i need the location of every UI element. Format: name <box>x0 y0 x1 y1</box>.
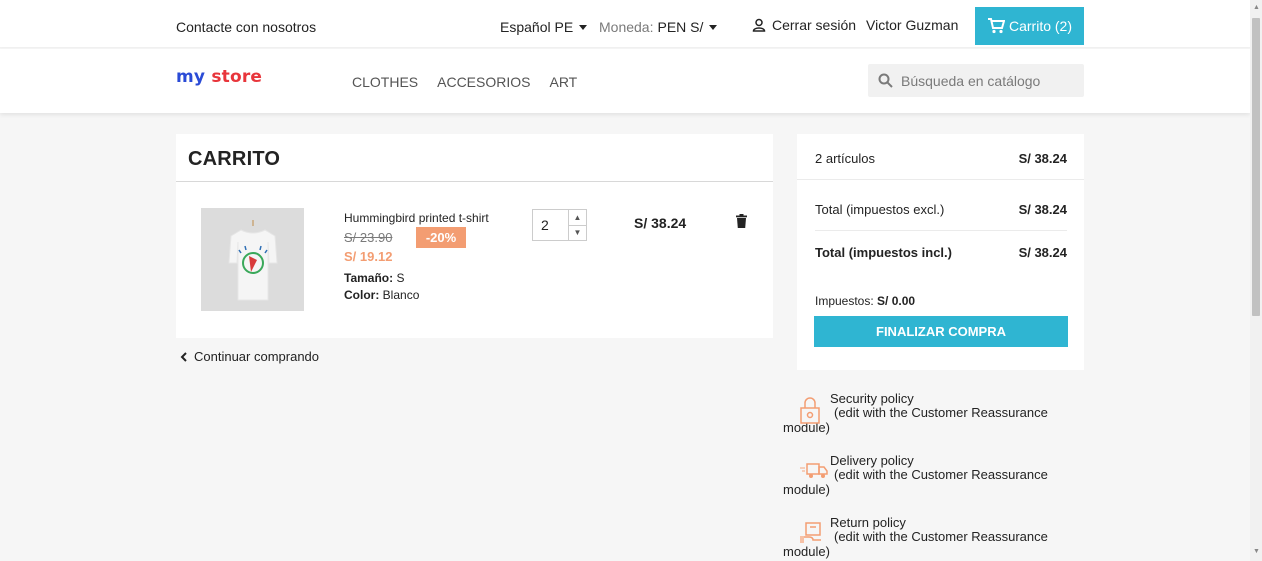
account-link[interactable]: Victor Guzman <box>866 17 958 33</box>
chevron-up-icon[interactable]: ▲ <box>569 210 586 225</box>
summary-total-excl-row: Total (impuestos excl.) S/ 38.24 <box>815 202 1067 217</box>
search-input[interactable]: Búsqueda en catálogo <box>868 64 1084 97</box>
cart-panel: CARRITO Hummingbird printed t-shirt S/ 2… <box>176 134 773 338</box>
continue-shopping-label: Continuar comprando <box>194 349 320 364</box>
scroll-up-icon[interactable]: ▲ <box>1253 4 1260 11</box>
caret-down-icon <box>579 24 588 30</box>
reassurance-text: module) <box>783 544 830 559</box>
trash-icon[interactable] <box>736 214 747 228</box>
logo-my: my <box>176 67 206 87</box>
checkout-button[interactable]: FINALIZAR COMPRA <box>814 316 1068 347</box>
attr-label: Tamaño: <box>344 271 394 285</box>
logout-link[interactable]: Cerrar sesión <box>772 17 856 33</box>
page-scrollbar[interactable]: ▲ ▼ <box>1250 0 1262 561</box>
search-icon <box>878 73 893 88</box>
contact-link[interactable]: Contacte con nosotros <box>176 19 316 35</box>
menu-item-clothes[interactable]: CLOTHES <box>352 74 418 90</box>
reassurance-text: (edit with the Customer Reassurance <box>834 405 1048 420</box>
caret-down-icon <box>709 24 718 30</box>
product-image[interactable] <box>201 208 304 311</box>
chevron-left-icon <box>180 351 187 362</box>
cart-summary: 2 artículos S/ 38.24 Total (impuestos ex… <box>797 134 1084 370</box>
scrollbar-thumb[interactable] <box>1252 18 1260 316</box>
user-info: Cerrar sesión Victor Guzman <box>752 17 958 33</box>
tax-label: Impuestos: <box>815 294 874 308</box>
divider <box>815 230 1067 231</box>
scroll-down-icon[interactable]: ▼ <box>1253 548 1260 555</box>
menu-item-art[interactable]: ART <box>549 74 577 90</box>
product-price: S/ 19.12 <box>344 249 393 264</box>
product-attr-color: Color: Blanco <box>344 288 419 302</box>
divider <box>176 181 773 182</box>
attr-value: S <box>396 271 405 285</box>
language-value: Español PE <box>500 19 574 35</box>
total-incl-label: Total (impuestos incl.) <box>815 245 952 260</box>
currency-label: Moneda: <box>599 19 654 35</box>
reassurance-text: module) <box>783 482 830 497</box>
truck-icon <box>800 463 828 478</box>
line-total: S/ 38.24 <box>634 215 687 231</box>
search-placeholder: Búsqueda en catálogo <box>901 72 1041 89</box>
language-selector[interactable]: Español PE <box>500 19 588 35</box>
summary-items-value: S/ 38.24 <box>1018 151 1067 166</box>
currency-selector[interactable]: Moneda: PEN S/ <box>599 19 718 35</box>
reassurance-text: (edit with the Customer Reassurance <box>834 529 1048 544</box>
summary-total-incl-row: Total (impuestos incl.) S/ 38.24 <box>815 245 1067 260</box>
chevron-down-icon[interactable]: ▼ <box>569 224 586 241</box>
quantity-stepper: 2 ▲ ▼ <box>532 209 587 241</box>
logo-store: store <box>211 67 263 87</box>
cart-icon <box>987 18 1005 34</box>
page-title: CARRITO <box>188 148 281 170</box>
reassurance-return: Return policy (edit with the Customer Re… <box>783 515 1083 560</box>
total-excl-value: S/ 38.24 <box>1018 202 1067 217</box>
quantity-input[interactable]: 2 <box>533 210 568 240</box>
main-menu: CLOTHES ACCESORIOS ART <box>352 74 577 90</box>
product-attr-size: Tamaño: S <box>344 271 404 285</box>
tax-value: S/ 0.00 <box>877 294 916 308</box>
discount-badge: -20% <box>416 227 466 248</box>
total-excl-label: Total (impuestos excl.) <box>815 202 945 217</box>
total-incl-value: S/ 38.24 <box>1018 245 1067 260</box>
store-logo[interactable]: my store <box>176 67 262 87</box>
divider <box>797 179 1084 180</box>
return-box-icon <box>800 522 821 543</box>
reassurance-delivery: Delivery policy (edit with the Customer … <box>783 454 1083 498</box>
main-header: my store CLOTHES ACCESORIOS ART Búsqueda… <box>0 49 1250 113</box>
summary-items-label: 2 artículos <box>815 151 875 166</box>
user-icon <box>752 18 766 32</box>
currency-value: PEN S/ <box>657 19 704 35</box>
continue-shopping-link[interactable]: Continuar comprando <box>180 349 319 364</box>
reassurance-security: Security policy (edit with the Customer … <box>783 391 1083 436</box>
menu-item-accesorios[interactable]: ACCESORIOS <box>437 74 530 90</box>
reassurance-text: module) <box>783 420 830 435</box>
attr-value: Blanco <box>382 288 420 302</box>
quantity-arrows: ▲ ▼ <box>568 210 586 240</box>
summary-tax-row: Impuestos: S/ 0.00 <box>815 294 1067 308</box>
lock-icon <box>800 397 820 424</box>
summary-items-row: 2 artículos S/ 38.24 <box>815 151 1067 166</box>
attr-label: Color: <box>344 288 380 302</box>
regular-price: S/ 23.90 <box>344 230 393 245</box>
top-nav: Contacte con nosotros Español PE Moneda:… <box>0 0 1250 48</box>
reassurance-title: Security policy <box>830 391 914 406</box>
product-name-link[interactable]: Hummingbird printed t-shirt <box>344 211 489 225</box>
cart-button[interactable]: Carrito (2) <box>975 7 1084 45</box>
tshirt-image <box>201 208 304 311</box>
cart-label: Carrito (2) <box>1008 18 1072 34</box>
reassurance-title: Return policy <box>830 515 906 530</box>
